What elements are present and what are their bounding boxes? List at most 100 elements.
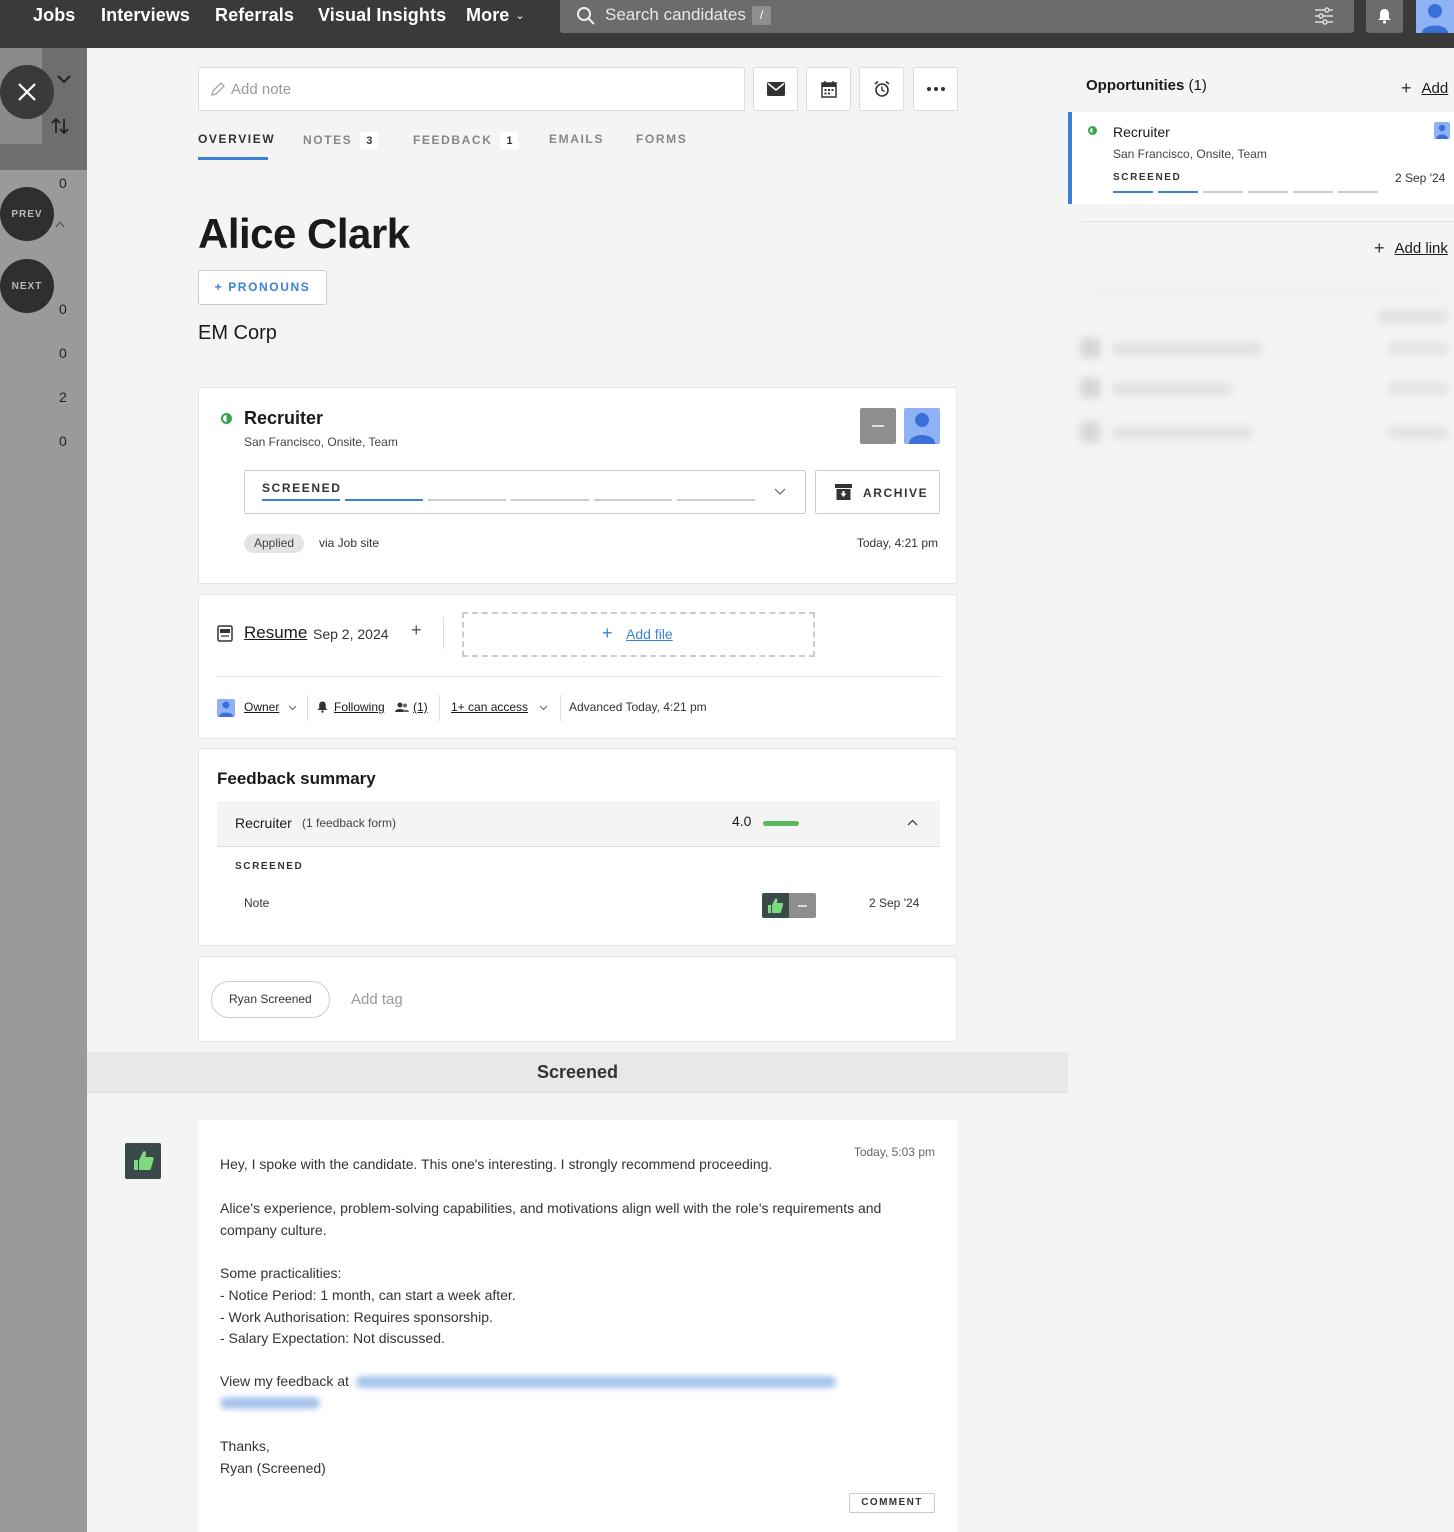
stage-progress-segment (1158, 191, 1198, 193)
notifications-button[interactable] (1366, 0, 1403, 33)
chevron-up-icon[interactable] (907, 819, 918, 826)
feedback-row-label[interactable]: Note (244, 896, 269, 910)
note-text: Alice's experience, problem-solving capa… (220, 1200, 882, 1216)
opportunity-date: 2 Sep '24 (1395, 171, 1446, 185)
divider (217, 676, 940, 677)
stage-selector[interactable]: SCREENED (244, 470, 806, 514)
tab-label: NOTES (303, 133, 353, 147)
chevron-up-icon[interactable] (55, 220, 65, 228)
divider (560, 695, 561, 721)
search-input[interactable]: Search candidates (605, 5, 746, 25)
schedule-button[interactable] (806, 67, 851, 111)
score-bar (763, 821, 799, 826)
tab-count-badge: 3 (360, 132, 379, 150)
blurred-content (1112, 343, 1262, 355)
left-rail: 0 PREV NEXT 0 0 2 0 (0, 48, 87, 1532)
add-file-dropzone[interactable]: + Add file (462, 612, 815, 657)
email-button[interactable] (753, 67, 798, 111)
feedback-job-row[interactable]: Recruiter (1 feedback form) 4.0 (217, 801, 940, 847)
next-button[interactable]: NEXT (0, 259, 54, 313)
tab-feedback[interactable]: FEEDBACK 1 (413, 132, 519, 150)
tab-label: EMAILS (549, 132, 604, 146)
tag-chip[interactable]: Ryan Screened (211, 981, 330, 1018)
prev-button[interactable]: PREV (0, 187, 54, 241)
rail-count: 0 (59, 301, 67, 317)
followers-count[interactable]: (1) (413, 700, 428, 714)
active-tab-indicator (198, 157, 268, 160)
feedback-row-date: 2 Sep '24 (869, 896, 920, 910)
tab-overview[interactable]: OVERVIEW (198, 132, 275, 146)
add-link-button[interactable]: + Add link (1374, 237, 1448, 258)
filter-settings-icon[interactable] (1314, 7, 1334, 25)
stage-progress-segment (1248, 191, 1288, 193)
chevron-down-icon[interactable] (539, 705, 548, 711)
job-card: Recruiter San Francisco, Onsite, Team SC… (198, 387, 957, 584)
nav-visual-insights[interactable]: Visual Insights (318, 5, 446, 26)
note-text: - Notice Period: 1 month, can start a we… (220, 1287, 516, 1303)
archive-label: ARCHIVE (863, 486, 929, 500)
chevron-down-icon[interactable] (57, 74, 71, 84)
chevron-down-icon[interactable] (288, 705, 297, 711)
redacted-feedback-link[interactable] (356, 1376, 836, 1388)
redacted-feedback-link[interactable] (220, 1397, 320, 1409)
nav-interviews[interactable]: Interviews (101, 5, 190, 26)
rating-indicator (762, 893, 816, 918)
calendar-icon (820, 81, 837, 98)
divider (443, 617, 444, 649)
add-file-link[interactable]: Add file (626, 626, 673, 642)
note-text: - Work Authorisation: Requires sponsorsh… (220, 1309, 493, 1325)
add-tag-input[interactable]: Add tag (351, 991, 403, 1008)
note-card: Today, 5:03 pm Hey, I spoke with the can… (198, 1120, 957, 1532)
stage-label: SCREENED (262, 481, 342, 495)
nav-more[interactable]: More ⌄ (466, 5, 525, 26)
tab-forms[interactable]: FORMS (636, 132, 687, 146)
nav-referrals[interactable]: Referrals (215, 5, 294, 26)
owner-avatar (217, 699, 235, 717)
stage-progress-segment (1203, 191, 1243, 193)
status-dot-icon (1088, 126, 1097, 135)
bell-icon (317, 701, 328, 713)
feedback-summary-card: Feedback summary Recruiter (1 feedback f… (198, 748, 957, 946)
blurred-content (1388, 343, 1448, 355)
prev-label: PREV (11, 208, 43, 220)
add-pronouns-button[interactable]: + PRONOUNS (198, 270, 327, 305)
stage-progress-segment (511, 499, 589, 501)
note-text: company culture. (220, 1222, 327, 1238)
add-resume-icon[interactable]: + (411, 620, 422, 641)
close-button[interactable] (0, 65, 54, 119)
stage-progress-segment (1113, 191, 1153, 193)
comment-button[interactable]: COMMENT (849, 1493, 935, 1513)
recruiter-avatar[interactable] (904, 408, 940, 444)
dash-icon (872, 425, 884, 427)
thumbs-up-icon (762, 893, 789, 918)
tab-label: OVERVIEW (198, 132, 276, 146)
advanced-timestamp: Advanced Today, 4:21 pm (569, 700, 707, 714)
following-toggle[interactable]: Following (334, 700, 385, 714)
person-icon (1436, 124, 1448, 139)
reminder-button[interactable] (859, 67, 904, 111)
sort-icon[interactable] (51, 118, 69, 134)
nav-jobs[interactable]: Jobs (33, 5, 75, 26)
divider (439, 695, 440, 721)
tab-notes[interactable]: NOTES 3 (303, 132, 379, 150)
add-opportunity-button[interactable]: + Add (1401, 77, 1448, 98)
more-actions-button[interactable] (913, 67, 958, 111)
add-note-input[interactable]: Add note (198, 67, 745, 111)
access-dropdown[interactable]: 1+ can access (451, 700, 528, 714)
note-author-avatar (125, 1143, 161, 1179)
opportunities-title: Opportunities (1) (1086, 77, 1207, 94)
owner-dropdown[interactable]: Owner (244, 700, 279, 714)
blurred-content (1080, 338, 1100, 358)
search-bar[interactable]: Search candidates / (560, 0, 1354, 33)
archive-button[interactable]: ARCHIVE (815, 470, 940, 514)
resume-link[interactable]: Resume (244, 623, 307, 643)
rail-count: 0 (59, 433, 67, 449)
rail-count: 2 (59, 389, 67, 405)
job-title[interactable]: Recruiter (244, 408, 323, 429)
opportunity-card[interactable]: Recruiter San Francisco, Onsite, Team SC… (1068, 112, 1454, 204)
owner-placeholder-avatar[interactable] (860, 408, 896, 444)
user-avatar[interactable] (1416, 0, 1454, 33)
tab-emails[interactable]: EMAILS (549, 132, 604, 146)
divider (1082, 221, 1454, 222)
neutral-rating-icon (789, 893, 816, 918)
